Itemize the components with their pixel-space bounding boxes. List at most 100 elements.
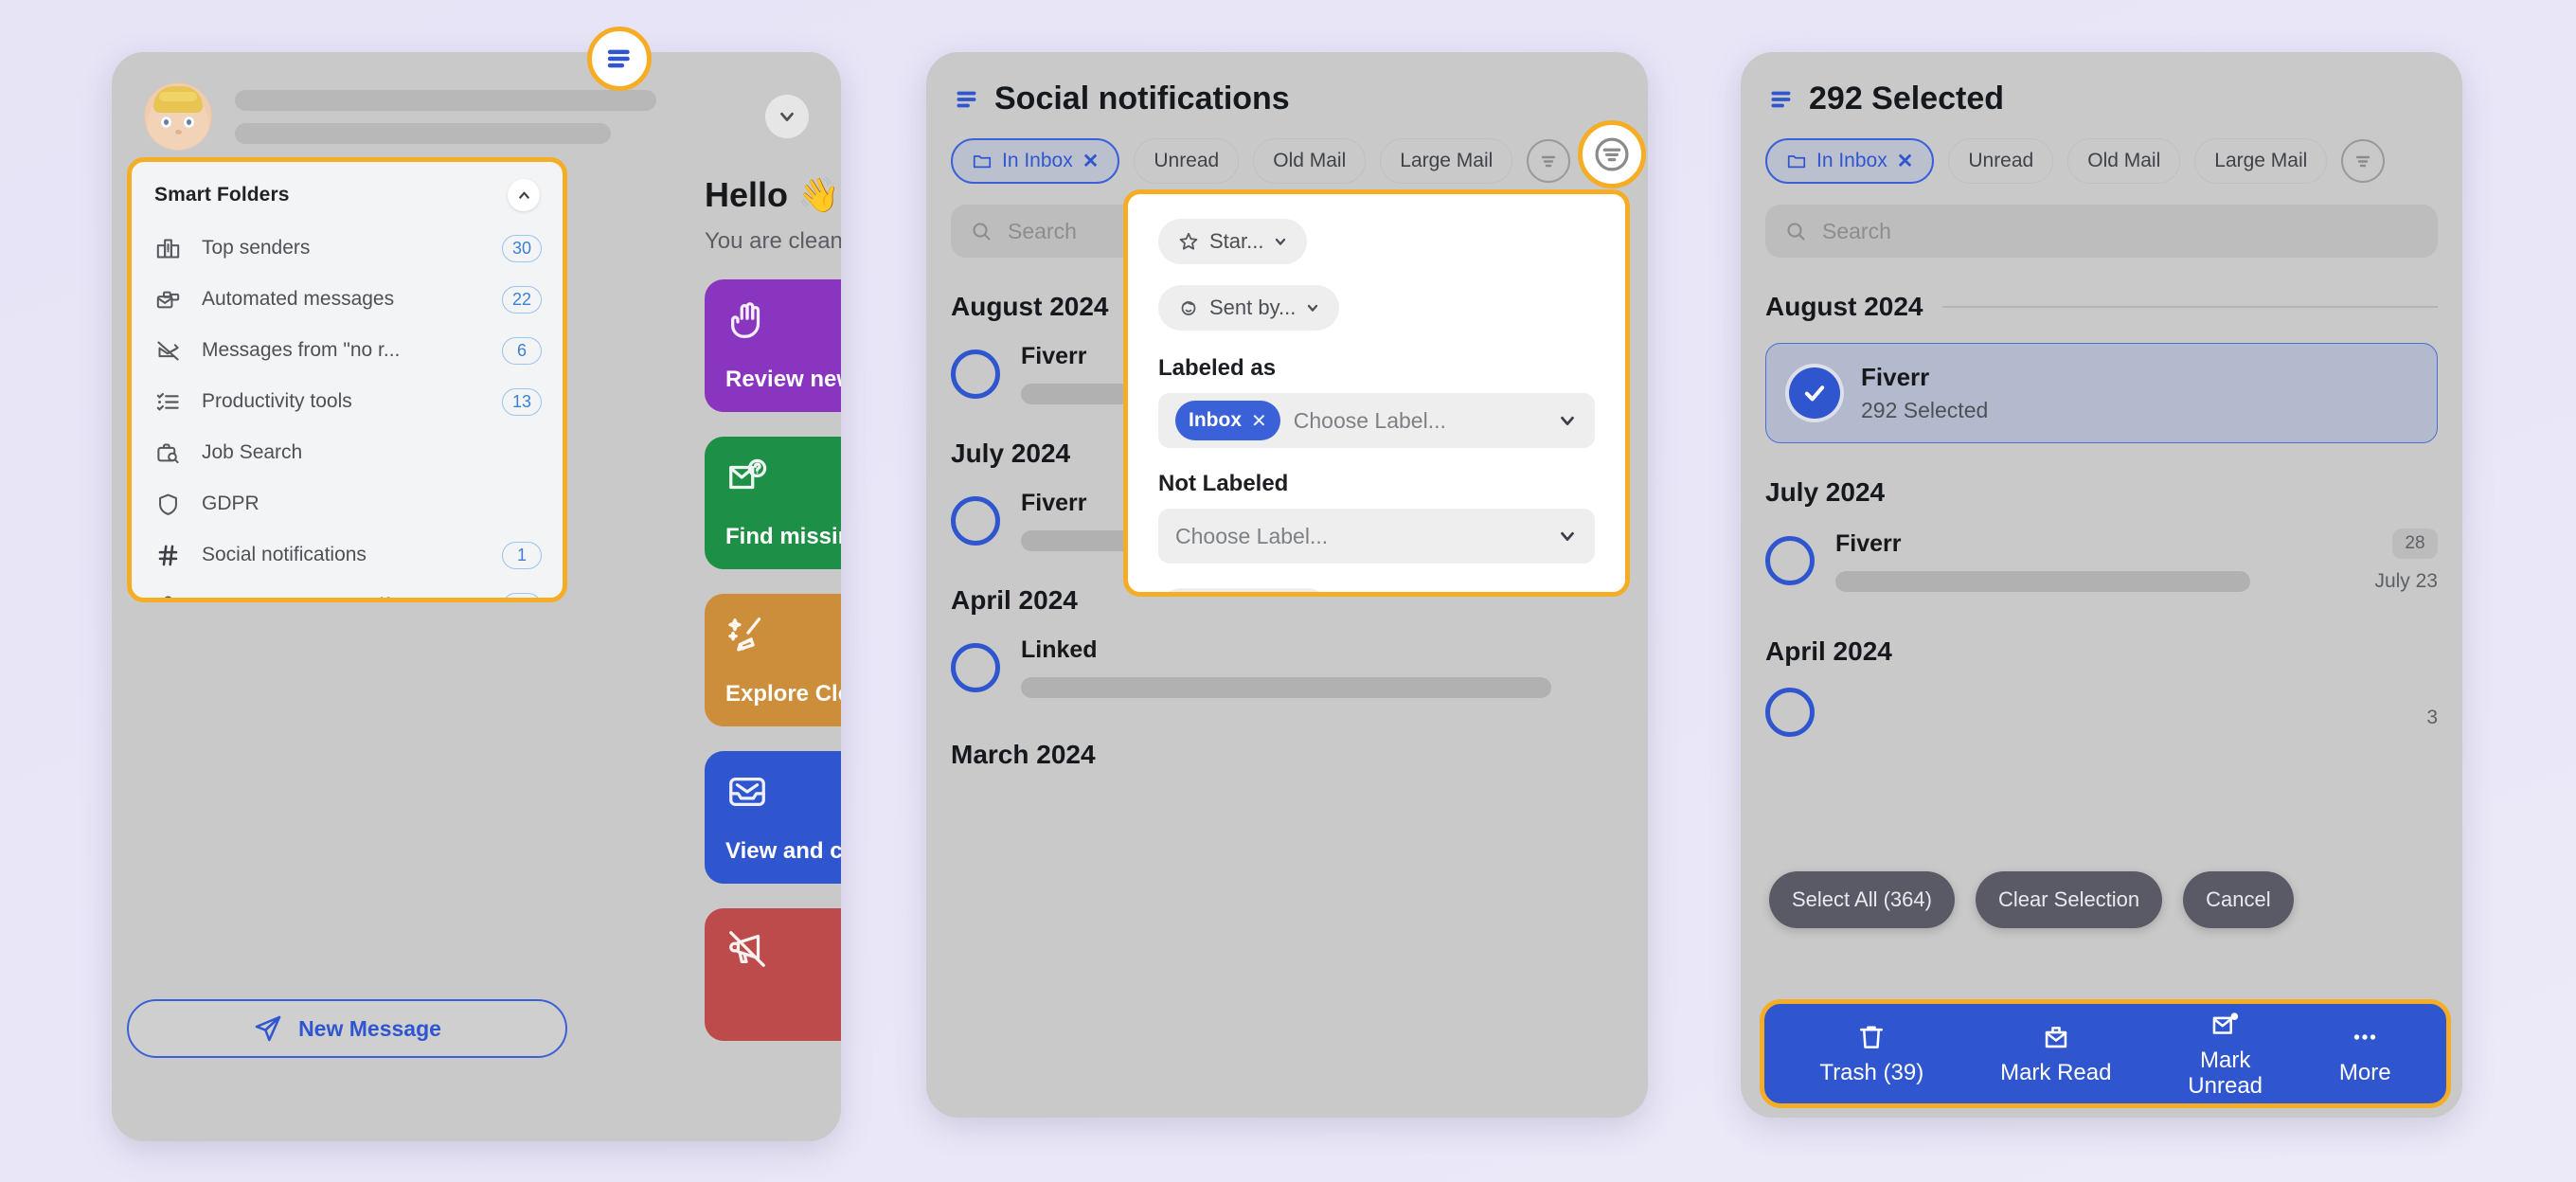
select-circle-icon[interactable]: [951, 642, 1000, 692]
checkbox-checked-icon[interactable]: [1789, 367, 1840, 419]
action-card-view-and-clear[interactable]: View and clear: [705, 751, 841, 884]
list-lines-icon: [955, 87, 979, 112]
chip-old-mail[interactable]: Old Mail: [2067, 138, 2181, 184]
home-column: Hello 👋 You are cleaning Review new se F…: [680, 52, 841, 1141]
select-circle-icon[interactable]: [951, 349, 1000, 399]
sender-name: Linked: [1021, 636, 1098, 663]
sidebar-item-badge: [502, 491, 542, 518]
ellipsis-icon: [2349, 1021, 2381, 1053]
sidebar-item-productivity-tools[interactable]: Productivity tools 13: [132, 376, 563, 427]
message-date: July 23: [2374, 570, 2438, 592]
month-header: July 2024: [1741, 443, 2462, 508]
chevron-down-icon: [1305, 300, 1320, 315]
list-lines-icon: [1769, 87, 1794, 112]
sidebar-item-messages-to-yourself[interactable]: Messages to yourself 8: [132, 581, 563, 598]
sidebar-item-social-notifications[interactable]: Social notifications 1: [132, 529, 563, 581]
month-label: August 2024: [951, 292, 1109, 321]
mark-read-button[interactable]: Mark Read: [2000, 1021, 2111, 1086]
chip-large-mail[interactable]: Large Mail: [2194, 138, 2328, 184]
sidebar-item-automated-messages[interactable]: Automated messages 22: [132, 274, 563, 325]
subject-placeholder: [1835, 570, 2250, 592]
folder-icon: [972, 151, 993, 171]
table-row[interactable]: Fiverr 292 Selected: [1765, 343, 2438, 443]
chip-old-mail[interactable]: Old Mail: [1253, 138, 1367, 184]
chip-in-inbox[interactable]: In Inbox ✕: [1765, 138, 1935, 184]
chip-in-inbox[interactable]: In Inbox ✕: [951, 138, 1120, 184]
mark-unread-label: Mark Unread: [2188, 1047, 2263, 1099]
month-label: April 2024: [951, 585, 1078, 615]
select-circle-icon[interactable]: [1765, 536, 1815, 585]
subject-placeholder: [1021, 677, 1551, 698]
cancel-button[interactable]: Cancel: [2183, 871, 2294, 928]
chip-label: In Inbox: [1816, 150, 1887, 171]
trash-icon: [1855, 1021, 1887, 1053]
megaphone-off-icon: [725, 927, 841, 971]
filter-status[interactable]: Status...: [1158, 588, 1330, 592]
mark-unread-button[interactable]: Mark Unread: [2188, 1009, 2263, 1100]
chip-unread[interactable]: Unread: [1134, 138, 1240, 184]
action-card-find-missing-mail[interactable]: Find missing m: [705, 437, 841, 569]
sidebar-item-gdpr[interactable]: GDPR: [132, 478, 563, 529]
table-row[interactable]: Fiverr 28 July 23: [1741, 508, 2462, 593]
chip-dismiss-icon[interactable]: ✕: [1897, 150, 1914, 173]
action-card-explore-cleaning[interactable]: Explore Cleani: [705, 594, 841, 726]
select-circle-icon[interactable]: [951, 495, 1000, 546]
chip-large-mail[interactable]: Large Mail: [1380, 138, 1513, 184]
mark-read-label: Mark Read: [2000, 1060, 2112, 1086]
panel3-filter-chips: In Inbox ✕ Unread Old Mail Large Mail: [1741, 117, 2462, 184]
sidebar-item-job-search[interactable]: Job Search: [132, 427, 563, 478]
clear-selection-button[interactable]: Clear Selection: [1975, 871, 2163, 928]
not-labeled-select[interactable]: Choose Label...: [1158, 509, 1595, 564]
smart-folders-header[interactable]: Smart Folders: [132, 162, 563, 219]
month-label: July 2024: [1765, 477, 1886, 507]
new-message-label: New Message: [298, 1015, 441, 1041]
action-card-label: View and clear: [725, 838, 841, 864]
hamburger-menu-icon[interactable]: [587, 27, 652, 91]
sidebar-item-label: Messages to yourself: [202, 595, 483, 598]
not-labeled-heading: Not Labeled: [1158, 471, 1289, 496]
person-icon: [1177, 296, 1200, 319]
chip-label: Old Mail: [1273, 150, 1347, 171]
automated-mail-icon: [152, 284, 183, 314]
sender-name: Fiverr: [1835, 529, 1902, 557]
action-card-review-new-senders[interactable]: Review new se: [705, 279, 841, 412]
inbox-icon: [725, 770, 841, 814]
chevron-down-icon[interactable]: [1557, 410, 1578, 431]
label-tag-inbox[interactable]: Inbox ✕: [1175, 401, 1280, 440]
mail-open-icon: [2040, 1021, 2072, 1053]
trash-label: Trash (39): [1819, 1060, 1924, 1086]
select-circle-icon[interactable]: [1765, 688, 1815, 737]
sidebar-item-badge: 22: [501, 285, 542, 313]
new-message-button[interactable]: New Message: [127, 999, 567, 1058]
more-button[interactable]: More: [2339, 1021, 2391, 1086]
chip-dismiss-icon[interactable]: ✕: [1082, 150, 1100, 173]
filter-sent-by[interactable]: Sent by...: [1158, 285, 1340, 331]
select-all-button[interactable]: Select All (364): [1769, 871, 1955, 928]
labeled-as-select[interactable]: Inbox ✕ Choose Label...: [1158, 393, 1595, 448]
table-row[interactable]: 3: [1741, 667, 2462, 737]
sidebar-item-top-senders[interactable]: Top senders 30: [132, 223, 563, 274]
sidebar-item-label: Social notifications: [202, 544, 367, 565]
search-input[interactable]: Search: [1765, 205, 2438, 258]
filter-lines-icon[interactable]: [2341, 139, 2386, 183]
chevron-down-icon[interactable]: [1557, 526, 1578, 546]
sidebar-item-no-reply[interactable]: Messages from "no r... 6: [132, 325, 563, 376]
chevron-up-icon[interactable]: [508, 179, 540, 211]
filter-lines-icon[interactable]: [1578, 120, 1646, 188]
action-card-unsubscribe[interactable]: [705, 908, 841, 1041]
panel2-title: Social notifications: [994, 81, 1290, 116]
filter-starred[interactable]: Star...: [1158, 219, 1308, 264]
screenshot-stage: Hello 👋 You are cleaning Review new se F…: [0, 0, 2576, 1182]
panel3-title: 292 Selected: [1809, 81, 2005, 116]
trash-button[interactable]: Trash (39): [1819, 1021, 1923, 1086]
paper-plane-icon: [253, 1013, 283, 1044]
sidebar-item-badge: 6: [502, 336, 542, 365]
list-item[interactable]: Linked: [926, 616, 1648, 698]
sidebar-item-badge: 30: [501, 234, 542, 262]
chip-unread[interactable]: Unread: [1948, 138, 2054, 184]
sender-name: Fiverr: [1861, 363, 1930, 391]
label-tag-dismiss-icon[interactable]: ✕: [1251, 409, 1267, 433]
avatar[interactable]: [144, 82, 212, 151]
checklist-icon: [152, 386, 183, 417]
filter-lines-icon[interactable]: [1527, 139, 1571, 183]
